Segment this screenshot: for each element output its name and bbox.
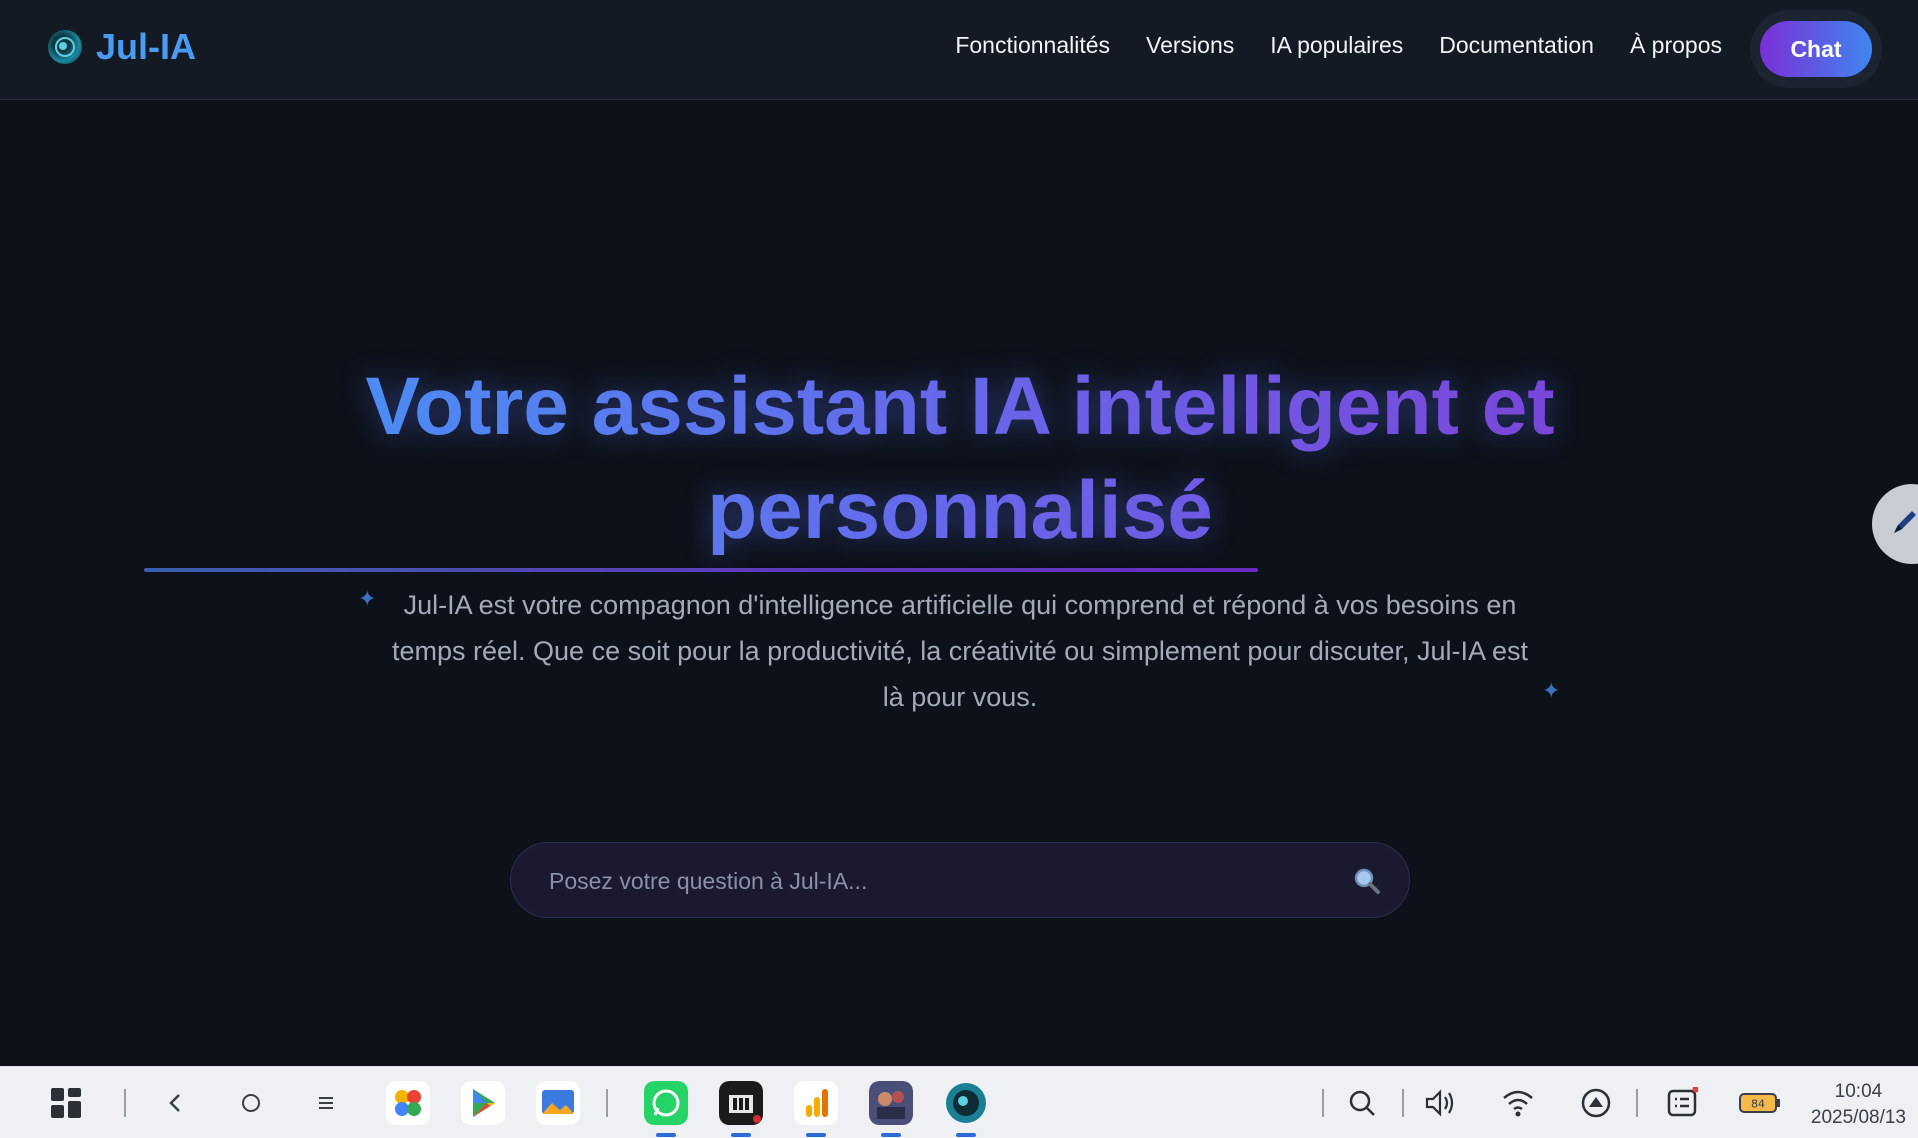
top-navbar: Jul-IA Fonctionnalités Versions IA popul… xyxy=(0,0,1918,100)
nav-link-documentation[interactable]: Documentation xyxy=(1439,32,1594,59)
brand-logo-icon xyxy=(48,30,82,64)
running-indicator xyxy=(881,1133,901,1137)
running-indicator xyxy=(656,1133,676,1137)
back-icon[interactable] xyxy=(154,1081,198,1125)
search-bar xyxy=(510,842,1410,919)
strategy-game-icon[interactable] xyxy=(869,1081,913,1137)
running-indicator xyxy=(806,1133,826,1137)
world-war-game-icon[interactable] xyxy=(719,1081,763,1137)
running-indicator xyxy=(731,1133,751,1137)
volume-icon[interactable] xyxy=(1418,1081,1462,1125)
analytics-app-icon[interactable] xyxy=(794,1081,838,1137)
nav-link-versions[interactable]: Versions xyxy=(1146,32,1234,59)
taskbar-divider xyxy=(124,1089,126,1117)
taskbar-divider xyxy=(606,1089,608,1117)
sparkle-icon: ✦ xyxy=(358,586,377,611)
clock-time: 10:04 xyxy=(1834,1081,1883,1102)
nav-link-ia-populaires[interactable]: IA populaires xyxy=(1270,32,1403,59)
nav-link-a-propos[interactable]: À propos xyxy=(1630,32,1722,59)
search-input[interactable] xyxy=(547,843,1331,919)
clock[interactable]: 10:04 2025/08/13 xyxy=(1811,1079,1906,1131)
jul-ia-app-icon[interactable] xyxy=(944,1081,988,1137)
taskbar-divider xyxy=(1322,1089,1324,1117)
search-icon[interactable] xyxy=(1353,867,1381,895)
photos-app-icon[interactable] xyxy=(386,1081,430,1125)
brand[interactable]: Jul-IA xyxy=(48,26,196,68)
search-icon[interactable] xyxy=(1340,1081,1384,1125)
hero-description: Jul-IA est votre compagnon d'intelligenc… xyxy=(391,590,1529,712)
battery-level: 84 xyxy=(1751,1098,1765,1111)
chat-button[interactable]: Chat xyxy=(1760,21,1872,77)
notifications-icon[interactable] xyxy=(1660,1081,1704,1125)
recents-icon[interactable] xyxy=(304,1081,348,1125)
hero-title: Votre assistant IA intelligent et person… xyxy=(300,355,1620,563)
nav-links: Fonctionnalités Versions IA populaires D… xyxy=(955,32,1722,59)
taskbar-divider xyxy=(1402,1089,1404,1117)
play-store-app-icon[interactable] xyxy=(461,1081,505,1125)
running-indicator xyxy=(956,1133,976,1137)
whatsapp-app-icon[interactable] xyxy=(644,1081,688,1137)
edit-floating-button[interactable] xyxy=(1872,484,1918,564)
sparkle-icon: ✦ xyxy=(1542,678,1561,703)
wifi-icon[interactable] xyxy=(1496,1081,1540,1125)
chat-button-wrapper: Chat xyxy=(1750,10,1882,88)
nav-link-fonctionnalites[interactable]: Fonctionnalités xyxy=(955,32,1110,59)
gallery-app-icon[interactable] xyxy=(536,1081,580,1125)
app-drawer-icon[interactable] xyxy=(44,1081,88,1125)
taskbar-divider xyxy=(1636,1089,1638,1117)
title-underline xyxy=(144,568,1258,572)
upload-icon[interactable] xyxy=(1574,1081,1618,1125)
pencil-icon xyxy=(1890,507,1918,542)
clock-date: 2025/08/13 xyxy=(1810,1107,1906,1128)
battery-icon: 84 xyxy=(1738,1081,1782,1125)
home-icon[interactable] xyxy=(229,1081,273,1125)
system-taskbar: 84 10:04 2025/08/13 xyxy=(0,1066,1918,1138)
brand-name: Jul-IA xyxy=(96,26,197,67)
